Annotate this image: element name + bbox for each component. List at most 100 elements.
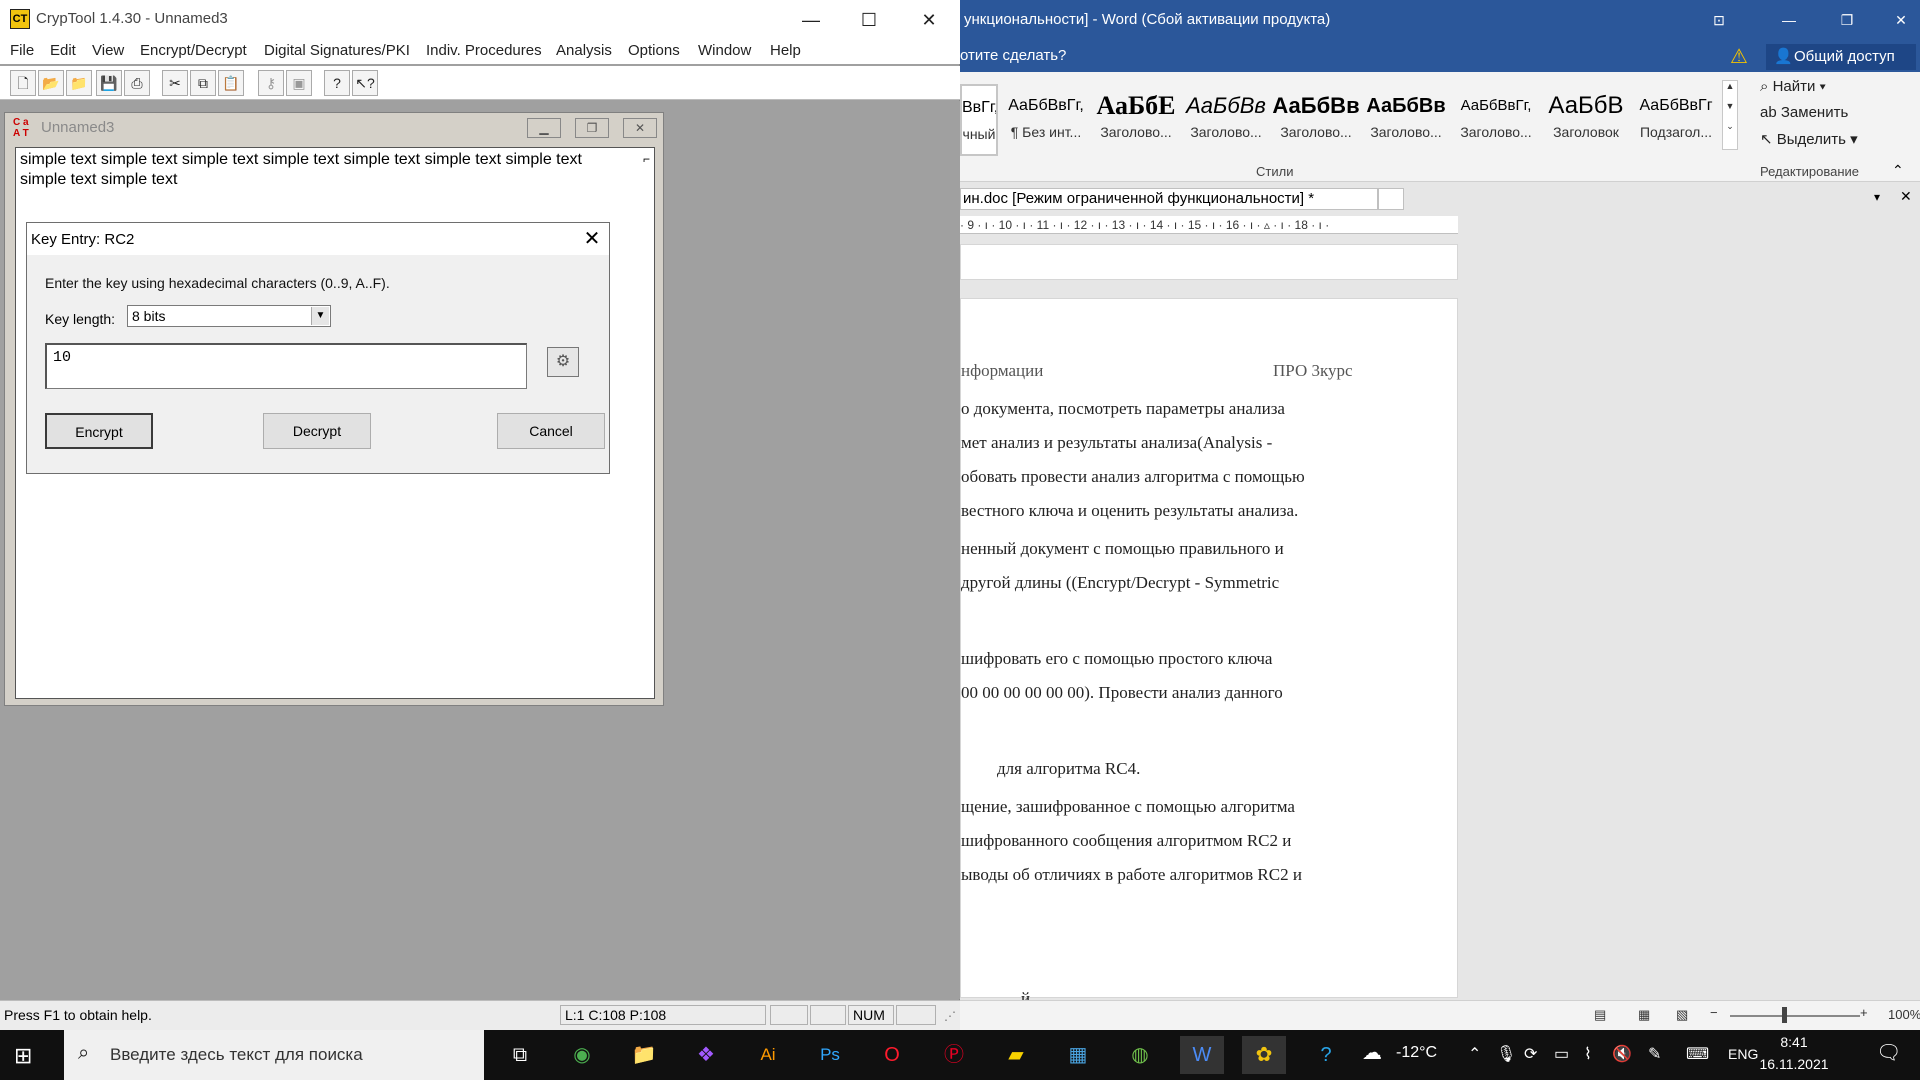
windows-start-icon[interactable]: ⊞ [14, 1043, 32, 1069]
file-explorer-icon[interactable]: 📁 [622, 1036, 666, 1074]
find-button[interactable]: ⌕ Найти ▾ [1760, 78, 1826, 95]
key-generator-button[interactable]: ⚙ [547, 347, 579, 377]
copy-icon[interactable]: ⧉ [190, 70, 216, 96]
style-tile[interactable]: АаБбВ Заголовок [1542, 84, 1630, 156]
decrypt-button[interactable]: Decrypt [263, 413, 371, 449]
wifi-icon[interactable]: ⌇ [1584, 1044, 1592, 1064]
style-gallery-scroll[interactable]: ▲ ▼ ⌄ [1722, 80, 1738, 150]
key-length-select[interactable]: 8 bits ▼ [127, 305, 331, 327]
style-tile[interactable]: АаБбВв Заголово... [1272, 84, 1360, 156]
warning-icon[interactable]: ⚠ [1730, 44, 1748, 69]
zoom-level[interactable]: 100% [1888, 1007, 1920, 1022]
context-help-icon[interactable]: ↖? [352, 70, 378, 96]
app-icon[interactable]: ◍ [1118, 1036, 1162, 1074]
help-icon[interactable]: ? [324, 70, 350, 96]
style-tile[interactable]: АаБбВвГг, ¶ Без инт... [1002, 84, 1090, 156]
child-minimize-button[interactable]: ▁ [527, 118, 561, 138]
dialog-close-icon[interactable]: ✕ [579, 227, 605, 251]
key-icon[interactable]: ⚷ [258, 70, 284, 96]
illustrator-icon[interactable]: Ai [746, 1036, 790, 1074]
camera-icon[interactable]: ⟳ [1524, 1044, 1537, 1064]
document-page[interactable]: нформации ПРО 3курс о документа, посмотр… [960, 298, 1458, 1008]
battery-icon[interactable]: ▭ [1554, 1044, 1569, 1064]
zoom-slider-thumb[interactable] [1782, 1007, 1787, 1023]
document-tab-empty[interactable] [1378, 188, 1404, 210]
photoshop-icon[interactable]: Ps [808, 1036, 852, 1074]
web-layout-icon[interactable]: ▧ [1676, 1007, 1688, 1023]
opera-icon[interactable]: O [870, 1036, 914, 1074]
microphone-icon[interactable]: 🎙 [1496, 1044, 1516, 1064]
zoom-out-icon[interactable]: − [1710, 1005, 1718, 1020]
word-icon[interactable]: W [1180, 1036, 1224, 1074]
tray-chevron-icon[interactable]: ⌃ [1468, 1044, 1481, 1064]
menu-file[interactable]: File [10, 42, 34, 59]
chrome-icon[interactable]: ◉ [560, 1036, 604, 1074]
open-icon[interactable]: 📁 [66, 70, 92, 96]
document-tab[interactable]: ин.doc [Режим ограниченной функционально… [960, 188, 1378, 210]
new-file-icon[interactable]: 🗋 [10, 70, 36, 96]
chevron-down-icon[interactable]: ▼ [311, 307, 329, 325]
menu-encrypt-decrypt[interactable]: Encrypt/Decrypt [140, 42, 247, 59]
menu-options[interactable]: Options [628, 42, 680, 59]
collapse-ribbon-icon[interactable]: ⌃ [1892, 162, 1904, 179]
menu-view[interactable]: View [92, 42, 124, 59]
weather-cloud-icon[interactable]: ☁ [1362, 1040, 1382, 1065]
child-restore-button[interactable]: ❐ [575, 118, 609, 138]
word-minimize-button[interactable]: — [1772, 8, 1806, 32]
pen-icon[interactable]: ✎ [1648, 1044, 1661, 1064]
menu-help[interactable]: Help [770, 42, 801, 59]
menu-analysis[interactable]: Analysis [556, 42, 612, 59]
help-app-icon[interactable]: ? [1304, 1036, 1348, 1074]
read-mode-icon[interactable]: ▤ [1594, 1007, 1606, 1023]
word-restore-button[interactable]: ❐ [1830, 8, 1864, 32]
style-tile[interactable]: ВвГг, чный [960, 84, 998, 156]
ribbon-display-icon[interactable]: ⊡ [1702, 8, 1736, 32]
replace-button[interactable]: ab Заменить [1760, 104, 1848, 121]
style-tile[interactable]: АаБбВв Заголово... [1362, 84, 1450, 156]
open-folder-icon[interactable]: 📂 [38, 70, 64, 96]
menu-edit[interactable]: Edit [50, 42, 76, 59]
weather-temp[interactable]: -12°C [1396, 1044, 1437, 1062]
style-tile[interactable]: АаБбВв Заголово... [1182, 84, 1270, 156]
menu-indiv-procedures[interactable]: Indiv. Procedures [426, 42, 542, 59]
key-input[interactable]: 10 [45, 343, 527, 389]
style-tile[interactable]: АаБбЕ Заголово... [1092, 84, 1180, 156]
volume-icon[interactable]: 🔇 [1612, 1044, 1632, 1064]
menu-digital-signatures[interactable]: Digital Signatures/PKI [264, 42, 410, 59]
share-button[interactable]: 👤 Общий доступ [1766, 44, 1916, 70]
clock-time[interactable]: 8:41 [1758, 1034, 1830, 1050]
taskbar-search[interactable]: ⌕ Введите здесь текст для поиска [64, 1030, 484, 1080]
close-button[interactable]: ✕ [906, 6, 952, 34]
paste-icon[interactable]: 📋 [218, 70, 244, 96]
zoom-in-icon[interactable]: + [1860, 1005, 1868, 1020]
clock-date[interactable]: 16.11.2021 [1758, 1056, 1830, 1072]
dropdown-icon[interactable]: ▾ [1874, 190, 1880, 204]
child-close-button[interactable]: ✕ [623, 118, 657, 138]
maximize-button[interactable]: ☐ [846, 6, 892, 34]
close-document-icon[interactable]: ✕ [1900, 188, 1912, 205]
print-icon[interactable]: ⎙ [124, 70, 150, 96]
calculator-icon[interactable]: ▦ [1056, 1036, 1100, 1074]
print-layout-icon[interactable]: ▦ [1638, 1007, 1650, 1023]
language-indicator[interactable]: ENG [1728, 1046, 1758, 1062]
style-tile[interactable]: АаБбВвГг Подзагол... [1632, 84, 1720, 156]
minimize-button[interactable]: — [788, 6, 834, 34]
style-tile[interactable]: АаБбВвГг, Заголово... [1452, 84, 1540, 156]
figma-icon[interactable]: ❖ [684, 1036, 728, 1074]
menu-window[interactable]: Window [698, 42, 751, 59]
select-button[interactable]: ↖ Выделить ▾ [1760, 130, 1858, 148]
cancel-button[interactable]: Cancel [497, 413, 605, 449]
notifications-icon[interactable]: 🗨 [1876, 1040, 1901, 1065]
task-view-icon[interactable]: ⧉ [498, 1036, 542, 1074]
keyboard-icon[interactable]: ⌨ [1686, 1044, 1709, 1064]
save-icon[interactable]: 💾 [96, 70, 122, 96]
cut-icon[interactable]: ✂ [162, 70, 188, 96]
sticky-notes-icon[interactable]: ▰ [994, 1036, 1038, 1074]
encrypt-button[interactable]: Encrypt [45, 413, 153, 449]
cryptool-icon[interactable]: ✿ [1242, 1036, 1286, 1074]
resize-grip-icon[interactable]: ⋰ [944, 1009, 956, 1023]
pinterest-icon[interactable]: Ⓟ [932, 1036, 976, 1074]
zoom-slider[interactable] [1730, 1015, 1860, 1017]
tellme-input[interactable]: отите сделать? [960, 47, 1066, 64]
window-icon[interactable]: ▣ [286, 70, 312, 96]
